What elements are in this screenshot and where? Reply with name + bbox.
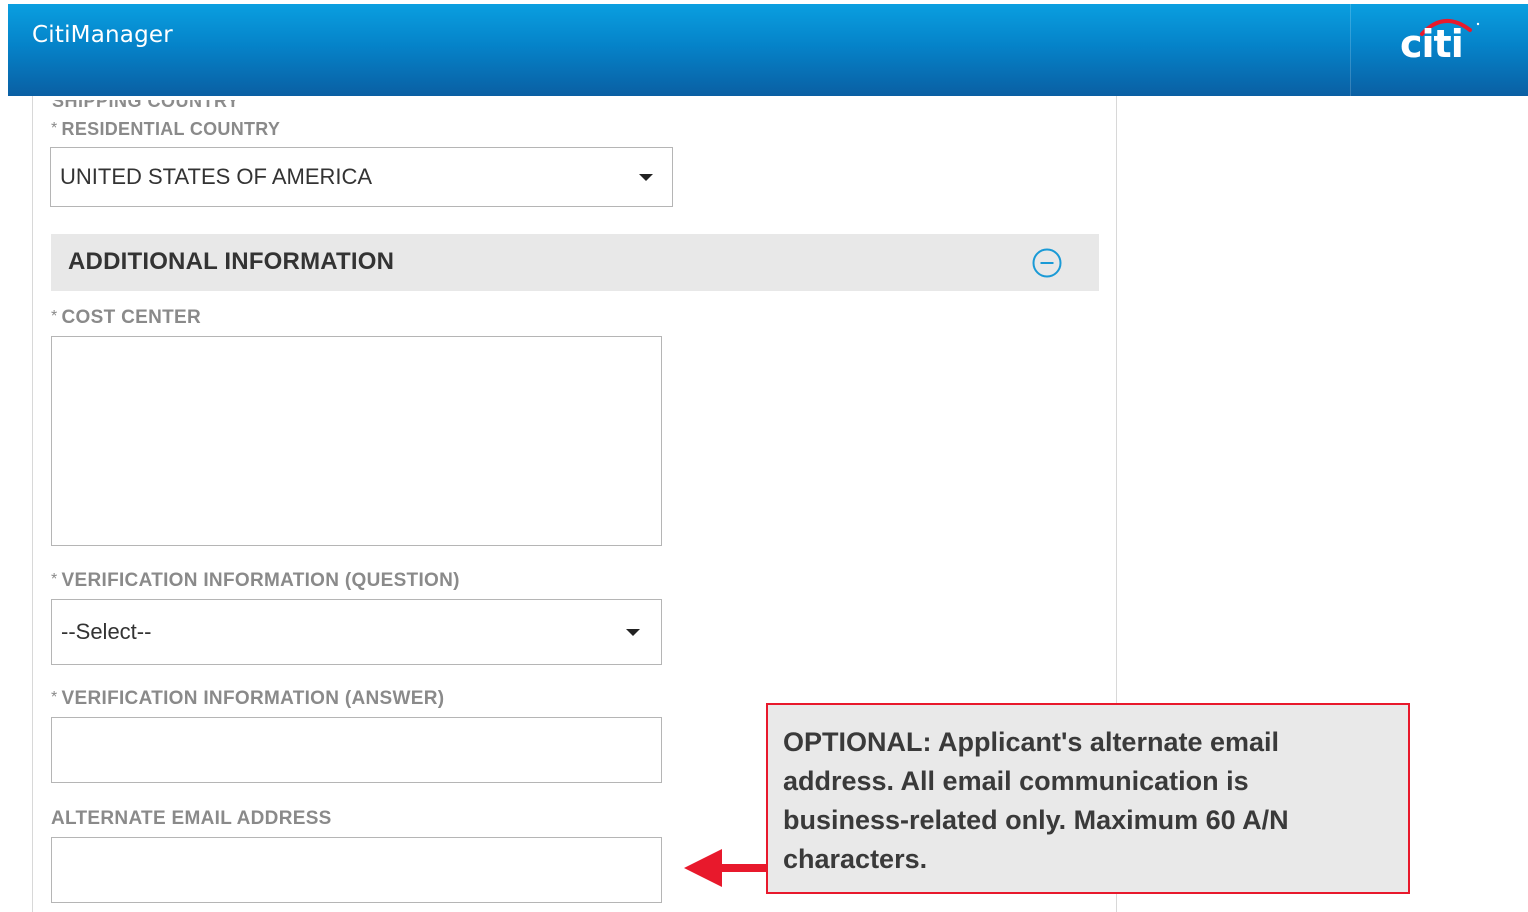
alternate-email-label-text: ALTERNATE EMAIL ADDRESS — [51, 808, 332, 829]
required-marker: * — [51, 689, 58, 706]
verification-answer-input[interactable] — [51, 717, 662, 783]
chevron-down-icon — [626, 629, 640, 636]
cut-off-label-text: SHIPPING COUNTRY — [52, 100, 240, 111]
citi-logo[interactable]: citi — [1400, 12, 1482, 66]
verification-question-label: * VERIFICATION INFORMATION (QUESTION) — [51, 570, 460, 592]
additional-information-section-header[interactable]: ADDITIONAL INFORMATION — [51, 234, 1099, 291]
residential-country-value: UNITED STATES OF AMERICA — [60, 164, 373, 189]
required-marker: * — [51, 120, 58, 137]
verification-answer-label: * VERIFICATION INFORMATION (ANSWER) — [51, 688, 444, 710]
required-marker: * — [51, 571, 58, 588]
verification-question-label-text: VERIFICATION INFORMATION (QUESTION) — [61, 570, 460, 591]
header-divider — [1350, 4, 1351, 96]
verification-answer-label-text: VERIFICATION INFORMATION (ANSWER) — [61, 688, 445, 709]
cost-center-label: * COST CENTER — [51, 307, 201, 329]
app-title: CitiManager — [32, 22, 173, 48]
content-left-border — [32, 96, 33, 912]
verification-question-select[interactable]: --Select-- — [51, 599, 662, 665]
minus-circle-icon[interactable] — [1032, 248, 1062, 278]
residential-country-select[interactable]: UNITED STATES OF AMERICA — [50, 147, 673, 207]
cost-center-label-text: COST CENTER — [61, 307, 202, 328]
residential-country-label-text: RESIDENTIAL COUNTRY — [61, 119, 281, 139]
app-header: CitiManager citi — [8, 4, 1528, 96]
cost-center-textarea[interactable] — [51, 336, 662, 546]
annotation-callout: OPTIONAL: Applicant's alternate email ad… — [766, 703, 1410, 894]
chevron-down-icon — [639, 174, 653, 181]
section-title: ADDITIONAL INFORMATION — [68, 248, 395, 275]
page: CitiManager citi SHIPPING COUNTRY * RESID… — [0, 0, 1528, 912]
cut-off-field-label: SHIPPING COUNTRY — [52, 100, 292, 114]
alternate-email-input[interactable] — [51, 837, 662, 903]
alternate-email-label: ALTERNATE EMAIL ADDRESS — [51, 808, 332, 830]
arrow-left-icon — [684, 849, 768, 887]
citi-logo-text: citi — [1400, 22, 1464, 66]
verification-question-value: --Select-- — [61, 619, 152, 644]
residential-country-label: * RESIDENTIAL COUNTRY — [51, 119, 280, 140]
annotation-callout-text: OPTIONAL: Applicant's alternate email ad… — [783, 727, 1289, 874]
required-marker: * — [51, 308, 58, 325]
